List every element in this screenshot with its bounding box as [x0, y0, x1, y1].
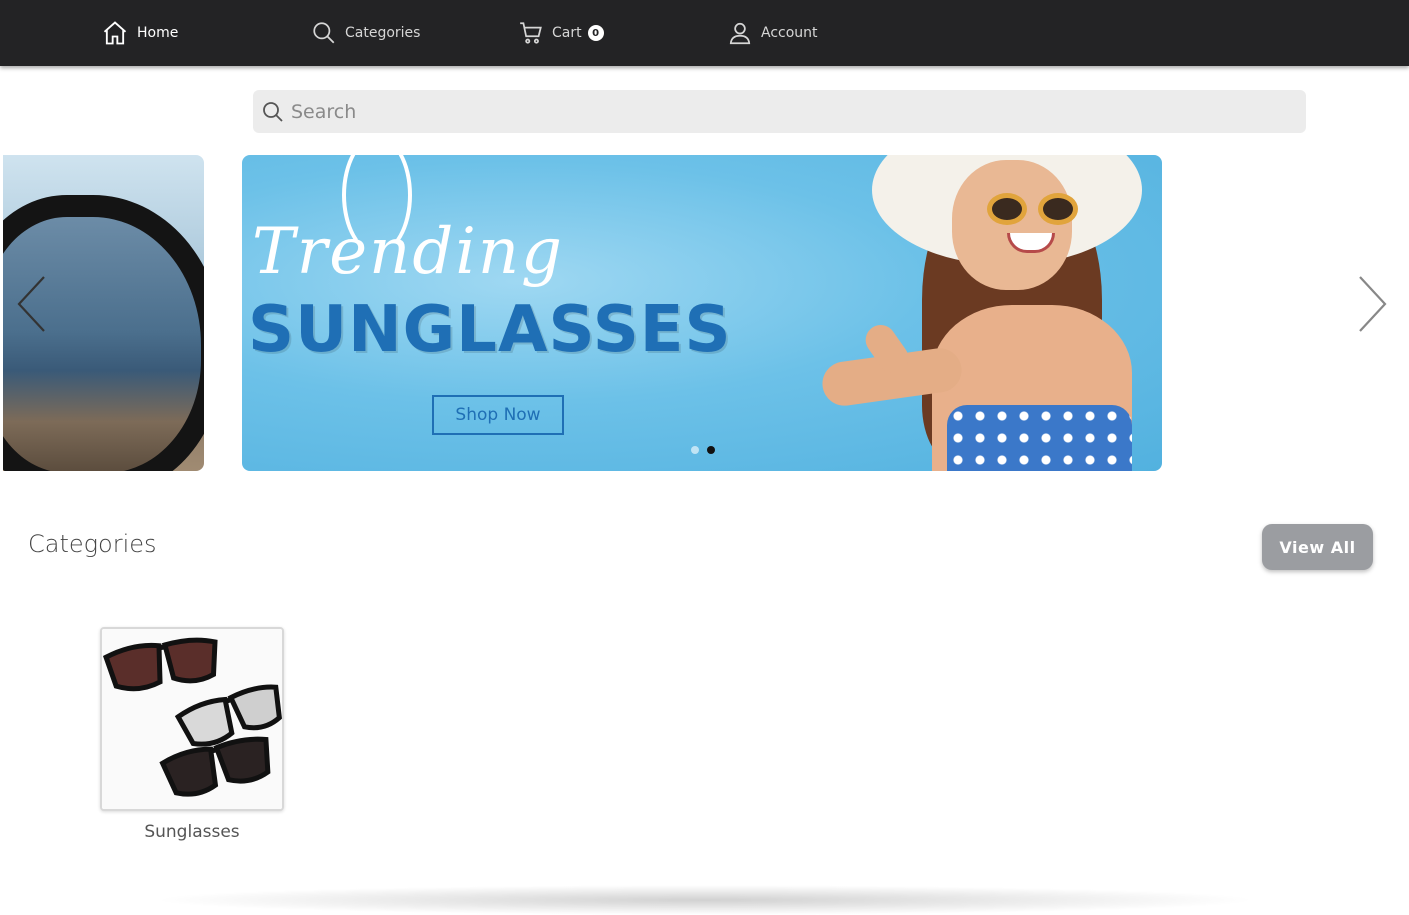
search-input[interactable] — [291, 100, 1291, 123]
banner-title: SUNGLASSES — [248, 293, 732, 367]
shop-now-button[interactable]: Shop Now — [432, 395, 564, 435]
model-glasses-right — [1038, 193, 1078, 225]
nav-home[interactable]: Home — [101, 0, 178, 66]
chevron-right-icon — [1359, 276, 1387, 332]
carousel-dot[interactable] — [691, 446, 699, 454]
nav-categories[interactable]: Categories — [311, 0, 420, 66]
sunglasses-product-image — [102, 629, 282, 809]
nav-account-label: Account — [761, 25, 818, 41]
carousel-prev-button[interactable] — [14, 274, 50, 339]
nav-categories-label: Categories — [345, 25, 421, 41]
model-top — [947, 405, 1132, 471]
search-icon — [313, 22, 335, 44]
model-glasses-left — [987, 193, 1027, 225]
top-navigation: Home Categories Cart 0 Account — [0, 0, 1409, 66]
search-bar — [253, 90, 1306, 133]
model-face — [952, 160, 1072, 290]
nav-cart[interactable]: Cart 0 — [518, 0, 604, 66]
cart-icon — [520, 22, 542, 44]
home-icon — [103, 21, 127, 45]
cart-count-badge: 0 — [587, 25, 604, 41]
categories-heading: Categories — [28, 530, 157, 558]
search-icon — [263, 101, 283, 122]
nav-cart-label: Cart — [552, 25, 582, 41]
bottom-panel-shadow — [150, 885, 1260, 915]
carousel-next-button[interactable] — [1355, 274, 1391, 339]
chevron-left-icon — [17, 276, 45, 332]
carousel-banner[interactable]: Trending SUNGLASSES Shop Now — [242, 155, 1162, 471]
banner-script-text: Trending — [252, 215, 564, 289]
nav-home-label: Home — [137, 25, 179, 41]
view-all-button[interactable]: View All — [1262, 524, 1373, 570]
carousel-dot-active[interactable] — [707, 446, 715, 454]
nav-account[interactable]: Account — [727, 0, 818, 66]
model-image — [802, 155, 1162, 471]
category-label-sunglasses[interactable]: Sunglasses — [100, 822, 284, 842]
category-card-sunglasses[interactable] — [100, 627, 284, 811]
user-icon — [729, 22, 751, 45]
